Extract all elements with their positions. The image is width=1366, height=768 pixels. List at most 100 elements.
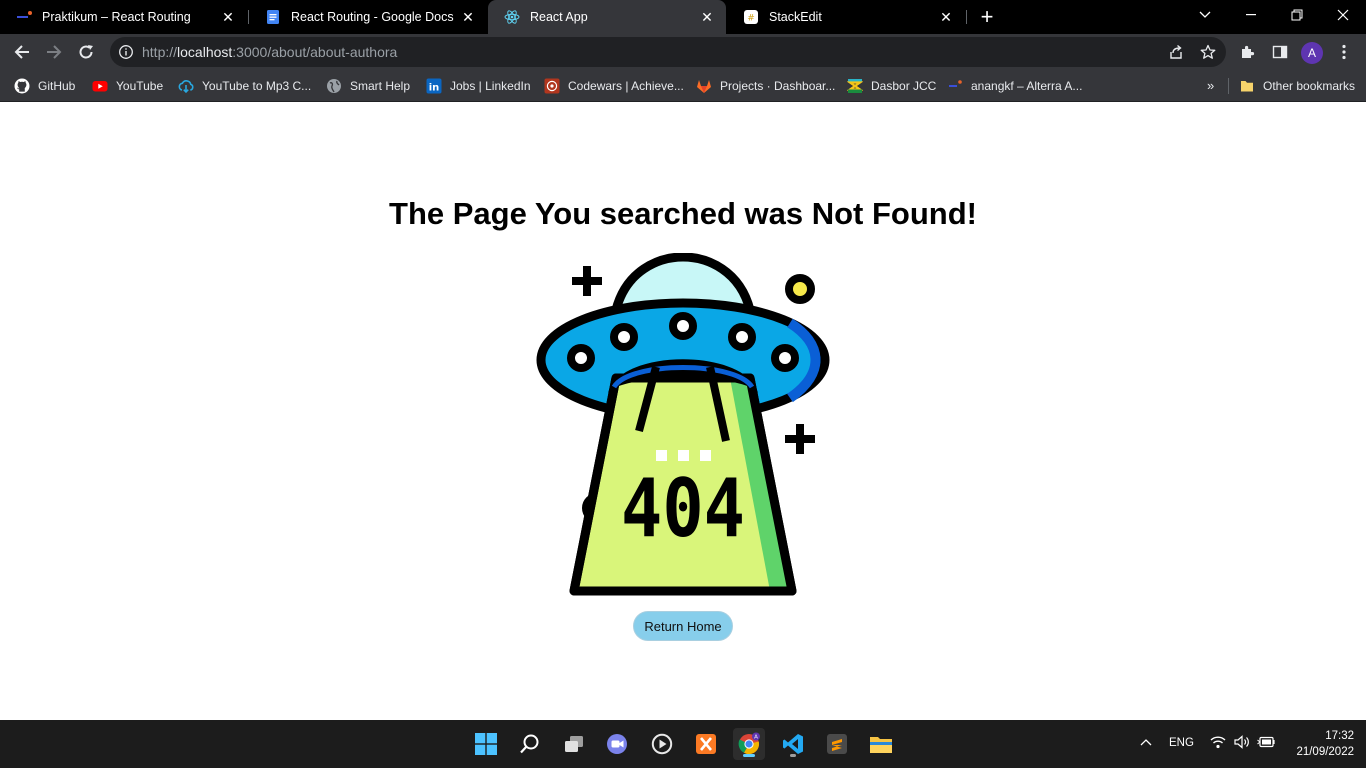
sublime-text-icon[interactable] xyxy=(821,728,853,760)
tab-close-icon[interactable]: ✕ xyxy=(219,8,237,26)
sparkle-plus-icon xyxy=(572,266,602,296)
share-icon[interactable] xyxy=(1164,40,1188,64)
bookmark-gitlab[interactable]: Projects · Dashboar... xyxy=(696,76,835,96)
extensions-puzzle-icon[interactable] xyxy=(1236,40,1260,64)
linkedin-icon: in xyxy=(426,78,442,94)
url-host: localhost xyxy=(177,44,233,60)
search-icon[interactable] xyxy=(514,728,546,760)
bookmark-youtube-mp3[interactable]: YouTube to Mp3 C... xyxy=(178,76,311,96)
bookmarks-divider xyxy=(1228,78,1229,94)
error-code-text: 404 xyxy=(621,462,745,555)
start-windows-icon[interactable] xyxy=(470,728,502,760)
bookmark-star-icon[interactable] xyxy=(1196,40,1220,64)
bookmarks-overflow-chevron[interactable]: » xyxy=(1207,78,1214,93)
tab-search-chevron-icon[interactable] xyxy=(1182,0,1228,30)
bookmark-label: Projects · Dashboar... xyxy=(720,79,836,93)
minimize-icon[interactable] xyxy=(1228,0,1274,30)
site-info-icon[interactable] xyxy=(118,44,134,60)
windows-taskbar: A ENG 17:32 21/09/2022 xyxy=(0,720,1366,768)
tab-close-icon[interactable]: ✕ xyxy=(937,8,955,26)
browser-toolbar: http://localhost:3000/about/about-author… xyxy=(0,34,1366,70)
task-view-icon[interactable] xyxy=(558,728,590,760)
bookmark-label: anangkf – Alterra A... xyxy=(971,79,1083,93)
youtube-icon xyxy=(92,78,108,94)
tab-separator xyxy=(966,10,967,24)
url-text: http://localhost:3000/about/about-author… xyxy=(142,44,397,60)
return-home-button[interactable]: Return Home xyxy=(633,611,733,641)
url-path: :3000/about/about-authora xyxy=(232,44,398,60)
system-clock[interactable]: 17:32 21/09/2022 xyxy=(1288,728,1354,760)
bookmark-label: GitHub xyxy=(38,79,76,93)
bookmark-label: Smart Help xyxy=(350,79,411,93)
github-icon xyxy=(14,78,30,94)
chrome-icon[interactable]: A xyxy=(733,728,765,760)
tab-title: StackEdit xyxy=(769,10,822,24)
sparkle-plus-icon xyxy=(785,424,815,454)
bookmark-label: Dasbor JCC xyxy=(871,79,937,93)
bookmark-label: Jobs | LinkedIn xyxy=(450,79,531,93)
clock-date: 21/09/2022 xyxy=(1296,746,1354,758)
tab-stackedit[interactable]: # StackEdit ✕ xyxy=(727,0,965,34)
bookmark-codewars[interactable]: Codewars | Achieve... xyxy=(544,76,684,96)
battery-charging-icon[interactable] xyxy=(1257,736,1275,751)
media-player-icon[interactable] xyxy=(646,728,678,760)
back-arrow-icon[interactable] xyxy=(8,38,36,66)
alterra-icon xyxy=(947,78,963,94)
forward-arrow-icon[interactable] xyxy=(40,38,68,66)
bookmark-label: Codewars | Achieve... xyxy=(568,79,684,93)
file-explorer-icon[interactable] xyxy=(865,728,897,760)
jcc-icon xyxy=(847,78,863,94)
tab-strip: Praktikum – React Routing ✕ React Routin… xyxy=(0,0,1366,34)
tray-overflow-chevron-icon[interactable] xyxy=(1140,737,1152,749)
vscode-icon[interactable] xyxy=(777,728,809,760)
gitlab-icon xyxy=(696,78,712,94)
ufo-404-illustration: 404 xyxy=(536,253,830,596)
menu-kebab-icon[interactable] xyxy=(1332,40,1356,64)
not-found-heading: The Page You searched was Not Found! xyxy=(389,196,977,231)
tab-praktikum[interactable]: Praktikum – React Routing ✕ xyxy=(0,0,247,34)
profile-avatar[interactable]: A xyxy=(1301,42,1323,64)
reload-icon[interactable] xyxy=(72,38,100,66)
bookmark-linkedin[interactable]: in Jobs | LinkedIn xyxy=(426,76,531,96)
new-tab-plus-icon[interactable]: + xyxy=(976,6,998,28)
address-bar[interactable]: http://localhost:3000/about/about-author… xyxy=(110,37,1226,67)
svg-text:#: # xyxy=(747,14,755,24)
svg-text:A: A xyxy=(754,735,758,741)
bookmark-label: YouTube to Mp3 C... xyxy=(202,79,312,93)
clock-time: 17:32 xyxy=(1325,730,1354,742)
react-icon xyxy=(504,9,520,25)
bookmarks-bar: GitHub YouTube YouTube to Mp3 C... Smart… xyxy=(0,70,1366,102)
xampp-icon[interactable] xyxy=(690,728,722,760)
bookmark-youtube[interactable]: YouTube xyxy=(92,76,163,96)
tab-google-docs[interactable]: React Routing - Google Docs ✕ xyxy=(249,0,487,34)
volume-icon[interactable] xyxy=(1234,735,1250,752)
url-scheme: http:// xyxy=(142,44,178,60)
bookmark-alterra[interactable]: anangkf – Alterra A... xyxy=(947,76,1082,96)
bookmark-other-folder[interactable]: Other bookmarks xyxy=(1239,76,1355,96)
svg-text:in: in xyxy=(429,83,440,94)
tab-close-icon[interactable]: ✕ xyxy=(698,8,716,26)
star-dot-icon xyxy=(785,274,815,304)
bookmark-label: Other bookmarks xyxy=(1263,79,1356,93)
open-app-indicator xyxy=(790,754,796,757)
bookmark-smart-help[interactable]: Smart Help xyxy=(326,76,410,96)
wifi-icon[interactable] xyxy=(1210,735,1226,752)
google-docs-icon xyxy=(265,9,281,25)
side-panel-icon[interactable] xyxy=(1268,40,1292,64)
stackedit-icon: # xyxy=(743,9,759,25)
close-window-icon[interactable] xyxy=(1320,0,1366,30)
restore-icon[interactable] xyxy=(1274,0,1320,30)
tab-react-app[interactable]: React App ✕ xyxy=(488,0,726,34)
teams-chat-icon[interactable] xyxy=(601,728,633,760)
folder-icon xyxy=(1239,78,1255,94)
download-cloud-icon xyxy=(178,78,194,94)
tab-close-icon[interactable]: ✕ xyxy=(459,8,477,26)
codewars-icon xyxy=(544,78,560,94)
globe-icon xyxy=(326,78,342,94)
bookmark-github[interactable]: GitHub xyxy=(14,76,75,96)
page-content: The Page You searched was Not Found! 404… xyxy=(0,103,1366,720)
input-language[interactable]: ENG xyxy=(1169,737,1194,749)
tab-title: React App xyxy=(530,10,588,24)
tab-title: Praktikum – React Routing xyxy=(42,10,191,24)
bookmark-dasbor-jcc[interactable]: Dasbor JCC xyxy=(847,76,936,96)
